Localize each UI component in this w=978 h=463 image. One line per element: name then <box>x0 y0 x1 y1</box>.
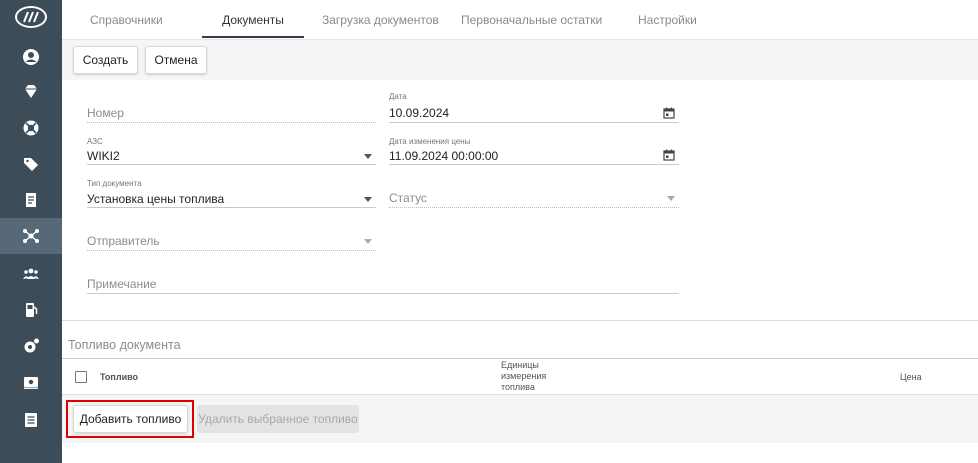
highlight-box <box>66 400 194 438</box>
tab-documents[interactable]: Документы <box>202 0 304 38</box>
tag-icon[interactable] <box>0 146 62 182</box>
tab-settings[interactable]: Настройки <box>638 0 697 38</box>
sidebar <box>0 0 62 463</box>
calendar-icon[interactable] <box>663 149 675 161</box>
diamond-icon[interactable] <box>0 74 62 110</box>
logo-icon[interactable] <box>15 6 47 28</box>
account-icon[interactable] <box>0 39 62 75</box>
tab-document-upload[interactable]: Загрузка документов <box>322 0 439 38</box>
tab-bar: Справочники Документы Загрузка документо… <box>62 0 978 40</box>
price-column-header[interactable]: Цена <box>900 372 922 382</box>
document-icon[interactable] <box>0 182 62 218</box>
unit-column-header-line1: Единицы <box>501 360 539 370</box>
status-placeholder: Статус <box>389 191 427 205</box>
document-form: Номер Дата 10.09.2024 АЗС WIKI2 Дата изм… <box>62 80 978 321</box>
tab-initial-balances[interactable]: Первоначальные остатки <box>461 0 602 38</box>
payment-icon[interactable] <box>0 364 62 400</box>
fuel-pump-icon[interactable] <box>0 292 62 328</box>
azs-label: АЗС <box>87 137 103 146</box>
toolbar: Создать Отмена <box>62 40 978 80</box>
delete-selected-fuel-button: Удалить выбранное топливо <box>197 405 359 433</box>
unit-column-header-line2: измерения <box>501 371 547 381</box>
fuel-section-title: Топливо документа <box>68 338 181 352</box>
status-select[interactable]: Статус <box>389 190 679 208</box>
users-icon[interactable] <box>0 256 62 292</box>
app-root: Справочники Документы Загрузка документо… <box>0 0 978 463</box>
date-value: 10.09.2024 <box>389 106 450 120</box>
sender-placeholder: Отправитель <box>87 234 160 248</box>
doc-type-select[interactable]: Тип документа Установка цены топлива <box>87 177 376 208</box>
number-placeholder: Номер <box>87 106 124 120</box>
list-icon[interactable] <box>0 402 62 438</box>
azs-value: WIKI2 <box>87 149 120 163</box>
chevron-down-icon <box>667 196 675 201</box>
note-field[interactable]: Примечание <box>87 276 679 294</box>
doc-type-label: Тип документа <box>87 179 142 188</box>
doc-type-value: Установка цены топлива <box>87 192 225 206</box>
date-field[interactable]: Дата 10.09.2024 <box>389 90 679 123</box>
date-label: Дата <box>389 92 407 101</box>
price-change-date-label: Дата изменения цены <box>389 137 471 146</box>
sender-select[interactable]: Отправитель <box>87 233 376 251</box>
price-change-date-field[interactable]: Дата изменения цены 11.09.2024 00:00:00 <box>389 135 679 165</box>
settings-icon[interactable] <box>0 328 62 364</box>
create-button[interactable]: Создать <box>73 46 138 74</box>
calendar-icon[interactable] <box>663 107 675 119</box>
fuel-table-header: Топливо Единицы измерения топлива Цена <box>62 358 978 395</box>
fuel-actions-bar: Добавить топливо Удалить выбранное топли… <box>62 395 978 443</box>
note-placeholder: Примечание <box>87 277 157 291</box>
lifebuoy-icon[interactable] <box>0 110 62 146</box>
fuel-column-header[interactable]: Топливо <box>100 372 138 382</box>
chevron-down-icon <box>364 239 372 244</box>
select-all-checkbox[interactable] <box>75 371 87 383</box>
number-field[interactable]: Номер <box>87 105 376 123</box>
price-change-date-value: 11.09.2024 00:00:00 <box>389 149 499 163</box>
tab-directories[interactable]: Справочники <box>90 0 163 38</box>
cancel-button[interactable]: Отмена <box>145 46 207 74</box>
azs-select[interactable]: АЗС WIKI2 <box>87 135 376 165</box>
network-icon[interactable] <box>0 218 62 254</box>
bottom-strip <box>62 443 978 463</box>
chevron-down-icon <box>364 154 372 159</box>
unit-column-header-line3: топлива <box>501 382 535 392</box>
chevron-down-icon <box>364 197 372 202</box>
